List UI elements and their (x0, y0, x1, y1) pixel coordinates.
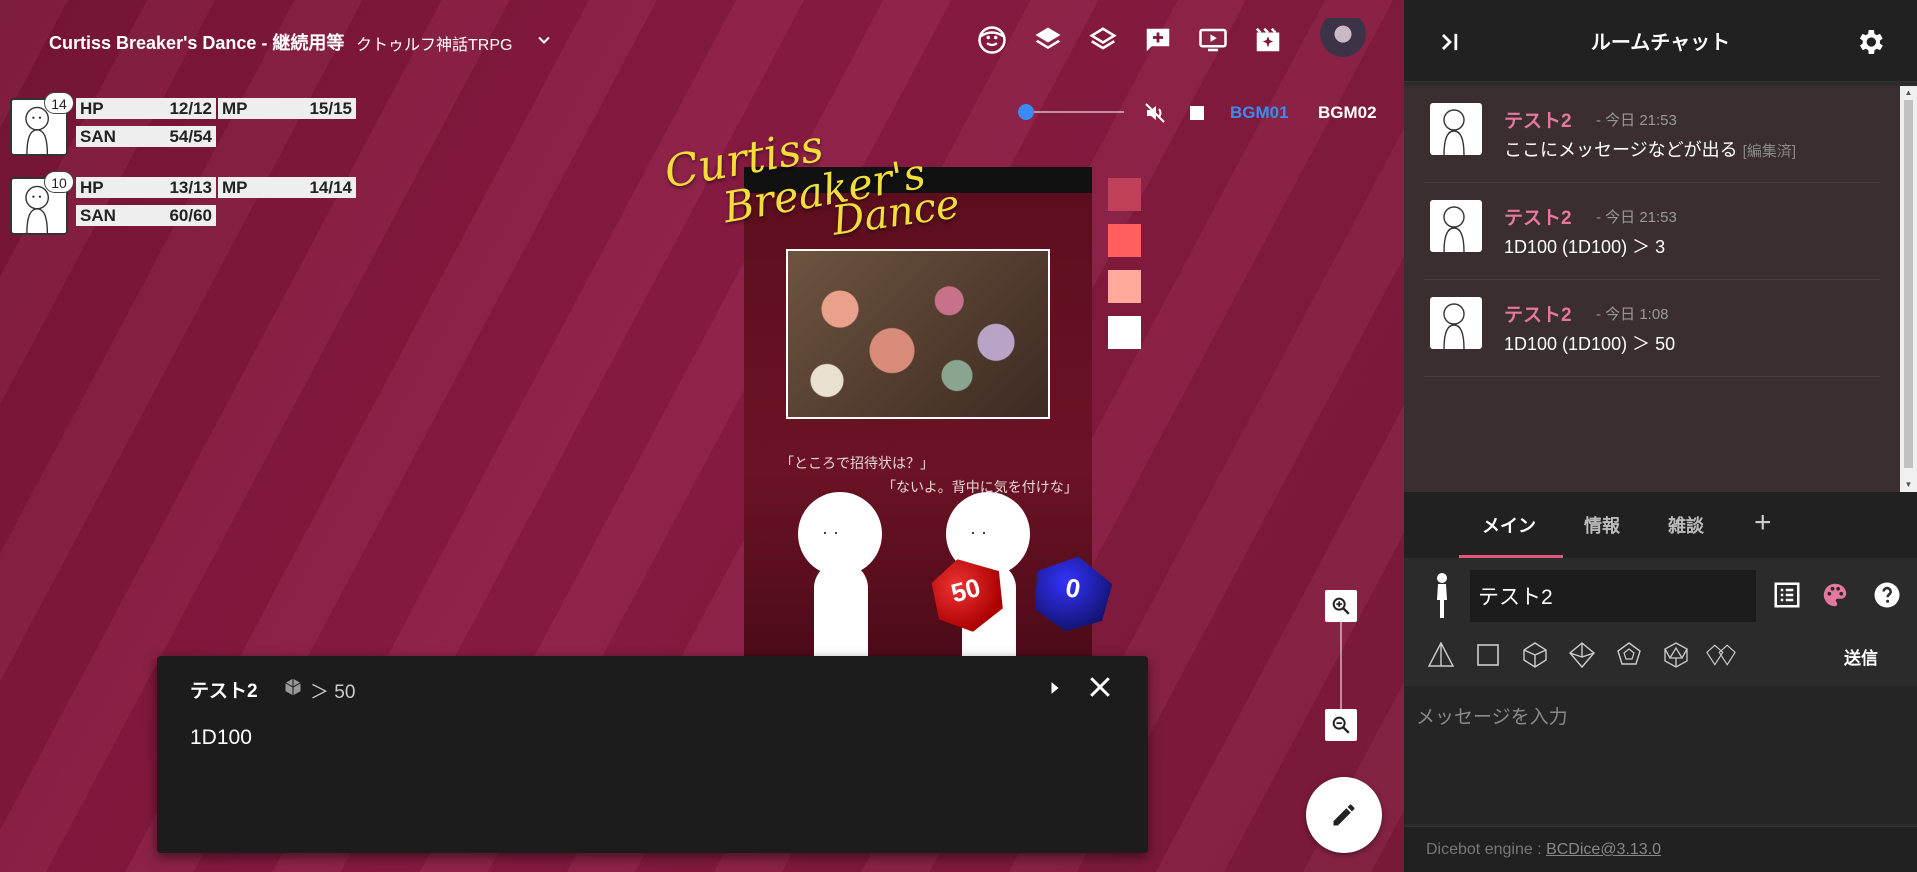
hp-stat: HP 12/12 (76, 98, 216, 119)
message-list[interactable]: テスト2 - 今日 21:53 ここにメッセージなどが出る [編集済] テスト2… (1404, 86, 1900, 492)
face-icon[interactable] (976, 24, 1008, 56)
dice-result-panel: テスト2 ＞ 50 1D100 (157, 656, 1148, 853)
message-text: 1D100 (1D100) ＞ 50 (1504, 334, 1676, 354)
message-avatar (1430, 200, 1482, 253)
bcdice-version-link[interactable]: BCDice@3.13.0 (1546, 841, 1661, 858)
color-swatch[interactable] (1108, 178, 1141, 211)
stop-icon[interactable] (1190, 106, 1204, 120)
chevron-down-icon[interactable] (534, 30, 554, 50)
layers-icon[interactable] (1032, 24, 1064, 56)
bgm-track-2[interactable]: BGM02 (1318, 103, 1377, 123)
layers-outline-icon[interactable] (1087, 24, 1119, 56)
scrollbar-thumb[interactable] (1904, 100, 1913, 468)
speaker-figure-icon[interactable] (1432, 570, 1452, 620)
room-toolbar: Curtiss Breaker's Dance - 継続用等 クトゥルフ神話TR… (0, 0, 1404, 82)
chat-message[interactable]: テスト2 - 今日 1:08 1D100 (1D100) ＞ 50 (1424, 280, 1880, 377)
d8-icon[interactable] (1520, 640, 1550, 670)
gear-icon[interactable] (1854, 26, 1886, 58)
tab-chat[interactable]: 雑談 (1668, 512, 1704, 538)
color-swatch[interactable] (1108, 224, 1141, 257)
san-stat: SAN 60/60 (76, 205, 216, 226)
dice-icon (285, 678, 301, 696)
d100-icon[interactable] (1706, 640, 1736, 670)
play-arrow-icon[interactable] (1041, 674, 1069, 702)
zoom-in-button[interactable] (1325, 590, 1357, 622)
mp-stat: MP 14/14 (218, 177, 356, 198)
bgm-track-1[interactable]: BGM01 (1230, 103, 1289, 123)
scroll-up-arrow[interactable]: ▲ (1904, 88, 1913, 97)
message-time: - 今日 21:53 (1596, 112, 1677, 129)
chat-message[interactable]: テスト2 - 今日 21:53 1D100 (1D100) ＞ 3 (1424, 183, 1880, 280)
message-input[interactable] (1404, 686, 1917, 824)
result-speaker-name: テスト2 (190, 681, 258, 702)
close-icon[interactable] (1085, 672, 1115, 702)
d20-icon[interactable] (1661, 640, 1691, 670)
poster-quote-1: 「ところで招待状は？」 (780, 456, 934, 472)
game-system-label: クトゥルフ神話TRPG (356, 37, 513, 54)
palette-icon[interactable] (1820, 580, 1850, 610)
chat-panel: ルームチャット テスト2 - 今日 21:53 ここにメッセージなどが出る [編… (1404, 0, 1917, 872)
message-text: ここにメッセージなどが出る [編集済] (1504, 140, 1796, 160)
message-author: テスト2 (1504, 208, 1572, 229)
hp-stat: HP 13/13 (76, 177, 216, 198)
chat-title: ルームチャット (1590, 32, 1731, 54)
color-swatch[interactable] (1108, 270, 1141, 303)
help-icon[interactable] (1872, 580, 1902, 610)
message-avatar (1430, 103, 1482, 156)
message-avatar (1430, 297, 1482, 350)
chat-footer: Dicebot engine : BCDice@3.13.0 (1404, 826, 1917, 872)
flower-image (786, 249, 1050, 419)
message-time: - 今日 1:08 (1596, 306, 1669, 323)
add-tab-button[interactable]: + (1754, 506, 1772, 540)
zoom-slider-track[interactable] (1340, 622, 1342, 712)
chat-input-area: 送信 (1404, 558, 1917, 872)
chat-message[interactable]: テスト2 - 今日 21:53 ここにメッセージなどが出る [編集済] (1424, 86, 1880, 183)
initiative-badge: 10 (44, 171, 74, 193)
character-status[interactable]: 14 HP 12/12 MP 15/15 SAN 54/54 (10, 92, 356, 158)
initiative-badge: 14 (44, 92, 74, 114)
edit-fab-button[interactable] (1306, 777, 1382, 853)
room-title: Curtiss Breaker's Dance - 継続用等 (49, 33, 345, 53)
d4-icon[interactable] (1426, 640, 1456, 670)
message-author: テスト2 (1504, 305, 1572, 326)
tab-info[interactable]: 情報 (1584, 512, 1620, 538)
play-area[interactable]: Curtiss Breaker's Dance - 継続用等 クトゥルフ神話TR… (0, 0, 1404, 872)
character-figure[interactable]: · · (786, 492, 896, 662)
user-avatar[interactable] (1320, 18, 1366, 64)
scroll-down-arrow[interactable]: ▼ (1904, 480, 1913, 489)
message-author: テスト2 (1504, 111, 1572, 132)
zoom-out-icon (1332, 716, 1350, 734)
volume-slider-thumb[interactable] (1018, 104, 1034, 120)
dicebot-engine-label: Dicebot engine : BCDice@3.13.0 (1426, 841, 1662, 858)
pencil-icon (1333, 804, 1355, 826)
dice-result-value: ＞ 50 (310, 682, 356, 703)
dice-command-text: 1D100 (190, 726, 252, 749)
add-comment-icon[interactable] (1142, 24, 1174, 56)
san-stat: SAN 54/54 (76, 126, 216, 147)
chat-tabs: メイン 情報 雑談 + (1404, 492, 1917, 558)
message-scrollbar[interactable]: ▲ ▼ (1900, 86, 1917, 492)
list-icon[interactable] (1772, 580, 1802, 610)
send-button[interactable]: 送信 (1844, 644, 1878, 669)
color-swatch[interactable] (1108, 316, 1141, 349)
movie-sparkle-icon[interactable] (1252, 24, 1284, 56)
mp-stat: MP 15/15 (218, 98, 356, 119)
d10-icon[interactable] (1567, 640, 1597, 670)
d12-icon[interactable] (1614, 640, 1644, 670)
character-status[interactable]: 10 HP 13/13 MP 14/14 SAN 60/60 (10, 171, 356, 237)
message-time: - 今日 21:53 (1596, 209, 1677, 226)
zoom-in-icon (1332, 597, 1350, 615)
tab-main[interactable]: メイン (1482, 512, 1536, 538)
chat-header: ルームチャット (1404, 0, 1917, 82)
volume-off-icon[interactable] (1143, 101, 1167, 125)
message-text: 1D100 (1D100) ＞ 3 (1504, 237, 1666, 257)
speaker-name-input[interactable] (1470, 570, 1756, 622)
edited-label: [編集済] (1742, 143, 1796, 160)
d6-icon[interactable] (1473, 640, 1503, 670)
zoom-out-button[interactable] (1325, 709, 1357, 741)
screen-icon[interactable] (1197, 24, 1229, 56)
